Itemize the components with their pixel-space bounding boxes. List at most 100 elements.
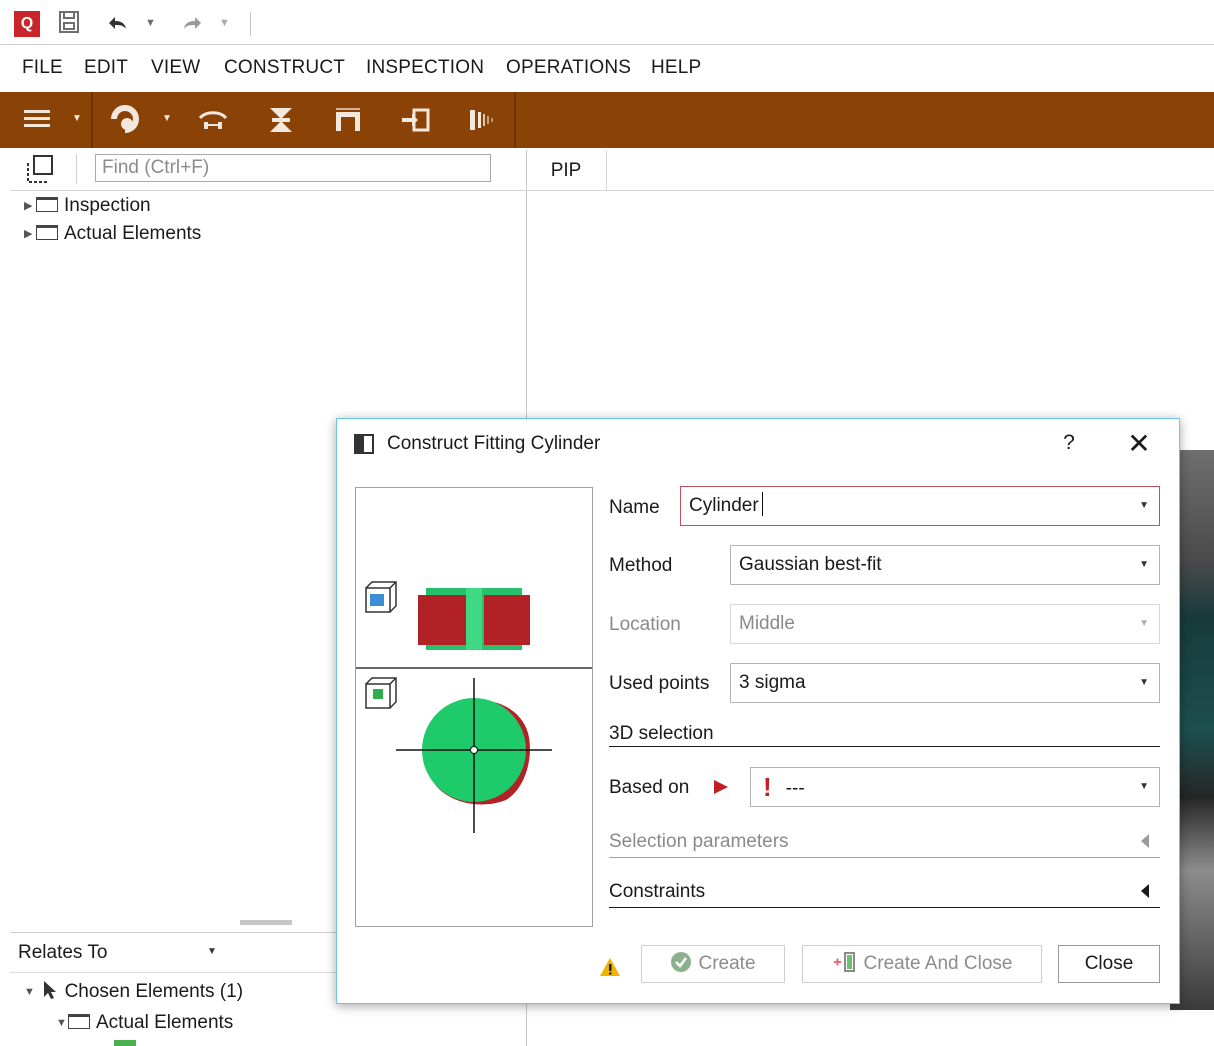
folder-icon: [36, 225, 58, 240]
construct-dropdown-icon[interactable]: ▼: [162, 113, 172, 124]
3d-selection-section-label: 3D selection: [609, 723, 714, 744]
construct-fitting-cylinder-dialog: Construct Fitting Cylinder ? ✕ Name Cyli…: [336, 418, 1180, 1004]
main-toolbar: [0, 92, 1214, 148]
panel-splitter-handle[interactable]: [240, 920, 292, 925]
undo-icon[interactable]: [106, 14, 128, 38]
collapse-left-icon[interactable]: [1140, 883, 1150, 905]
quick-bar-border: [0, 44, 1214, 45]
menu-edit[interactable]: EDIT: [84, 57, 128, 79]
tree-item-label: Actual Elements: [64, 223, 202, 244]
select-elements-icon[interactable]: [25, 154, 55, 190]
method-label: Method: [609, 555, 673, 576]
constraints-label[interactable]: Constraints: [609, 881, 705, 903]
create-and-close-label: Create And Close: [863, 953, 1013, 974]
name-value: Cylinder: [689, 495, 759, 516]
tree-item-chosen-actual-elements[interactable]: ▼ Actual Elements: [56, 1012, 233, 1034]
based-on-select[interactable]: ! --- ▼: [750, 767, 1160, 807]
chevron-down-icon[interactable]: ▼: [1139, 664, 1149, 702]
tab-pip[interactable]: PIP: [526, 150, 607, 190]
connect-icon[interactable]: [198, 110, 228, 138]
top-view-icon: [365, 677, 397, 709]
create-button-label: Create: [698, 953, 756, 974]
explorer-header-border: [10, 190, 526, 191]
menu-construct[interactable]: CONSTRUCT: [224, 57, 345, 79]
menu-inspection[interactable]: INSPECTION: [366, 57, 484, 79]
collapse-left-icon[interactable]: [1140, 833, 1150, 855]
text-cursor: [761, 492, 764, 516]
undo-dropdown-icon[interactable]: ▼: [145, 17, 156, 29]
chevron-down-icon[interactable]: ▼: [1139, 768, 1149, 806]
chevron-down-icon[interactable]: ▼: [1139, 546, 1149, 584]
import-icon[interactable]: [400, 108, 430, 138]
save-icon[interactable]: [58, 10, 80, 40]
tree-item-label: Inspection: [64, 195, 151, 216]
tree-item-chosen-elements[interactable]: ▼ Chosen Elements (1): [24, 980, 243, 1003]
create-and-close-button[interactable]: Create And Close: [802, 945, 1042, 983]
tree-item-label: Actual Elements: [96, 1012, 234, 1033]
side-view-icon: [365, 581, 397, 613]
selection-parameters-divider: [609, 857, 1160, 858]
chevron-down-icon[interactable]: ▼: [1139, 487, 1149, 525]
fitting-element-icon: [114, 1040, 136, 1046]
tree-item-label: Chosen Elements (1): [64, 981, 244, 1002]
used-points-value: 3 sigma: [739, 672, 806, 693]
method-value: Gaussian best-fit: [739, 554, 882, 575]
error-exclamation-icon: !: [763, 772, 772, 802]
used-points-label: Used points: [609, 673, 710, 694]
points-icon[interactable]: [468, 108, 496, 138]
menu-operations[interactable]: OPERATIONS: [506, 57, 631, 79]
search-divider: [76, 154, 77, 184]
dialog-title: Construct Fitting Cylinder: [387, 433, 601, 454]
close-button[interactable]: Close: [1058, 945, 1160, 983]
location-value: Middle: [739, 613, 795, 634]
toolbar-divider: [91, 92, 93, 148]
location-select: Middle ▼: [730, 604, 1160, 644]
chevron-down-icon: ▼: [1139, 618, 1149, 629]
check-circle-icon: [670, 952, 698, 974]
menu-view[interactable]: VIEW: [151, 57, 200, 79]
based-on-value: ---: [785, 778, 805, 799]
create-button[interactable]: Create: [641, 945, 785, 983]
quick-bar-divider: [250, 12, 251, 36]
name-label: Name: [609, 497, 660, 518]
menu-help[interactable]: HELP: [651, 57, 701, 79]
toolbar-divider: [514, 92, 516, 148]
expand-icon[interactable]: ▶: [24, 227, 36, 240]
constraints-divider: [609, 907, 1160, 908]
cylinder-construct-icon[interactable]: [110, 104, 140, 140]
relates-to-dropdown-icon[interactable]: ▼: [207, 946, 217, 957]
preview-image: [355, 487, 593, 927]
collapse-icon[interactable]: ▼: [56, 1017, 68, 1029]
3d-selection-divider: [609, 746, 1160, 747]
based-on-label: Based on: [609, 777, 690, 798]
warning-icon: [599, 957, 621, 983]
method-select[interactable]: Gaussian best-fit ▼: [730, 545, 1160, 585]
bridge-icon[interactable]: [334, 108, 362, 138]
app-logo: Q: [14, 11, 40, 37]
redo-icon[interactable]: [182, 14, 204, 38]
selection-parameters-label[interactable]: Selection parameters: [609, 831, 789, 853]
folder-icon: [36, 197, 58, 212]
create-and-close-icon: [832, 952, 864, 974]
name-field[interactable]: Cylinder ▼: [680, 486, 1160, 526]
close-icon[interactable]: ✕: [1125, 427, 1153, 460]
menu-file[interactable]: FILE: [22, 57, 63, 79]
intersection-icon[interactable]: [268, 106, 294, 140]
cursor-arrow-icon: [41, 981, 59, 1002]
tree-item-inspection[interactable]: ▶ Inspection: [24, 195, 151, 217]
expand-icon[interactable]: ▶: [24, 199, 36, 212]
redo-dropdown-icon[interactable]: ▼: [219, 17, 230, 29]
used-points-select[interactable]: 3 sigma ▼: [730, 663, 1160, 703]
location-label: Location: [609, 614, 681, 635]
hamburger-icon[interactable]: [24, 108, 52, 136]
menu-dropdown-icon[interactable]: ▼: [72, 113, 82, 124]
relates-to-label[interactable]: Relates To: [18, 942, 107, 964]
folder-icon: [68, 1014, 90, 1029]
menu-bar: FILE EDIT VIEW CONSTRUCT INSPECTION OPER…: [0, 48, 1214, 90]
play-arrow-icon: [713, 779, 729, 801]
tree-item-actual-elements[interactable]: ▶ Actual Elements: [24, 223, 201, 245]
search-input[interactable]: [95, 154, 491, 182]
viewport-tab-border: [526, 190, 1214, 191]
help-button[interactable]: ?: [1059, 431, 1079, 455]
collapse-icon[interactable]: ▼: [24, 986, 36, 998]
